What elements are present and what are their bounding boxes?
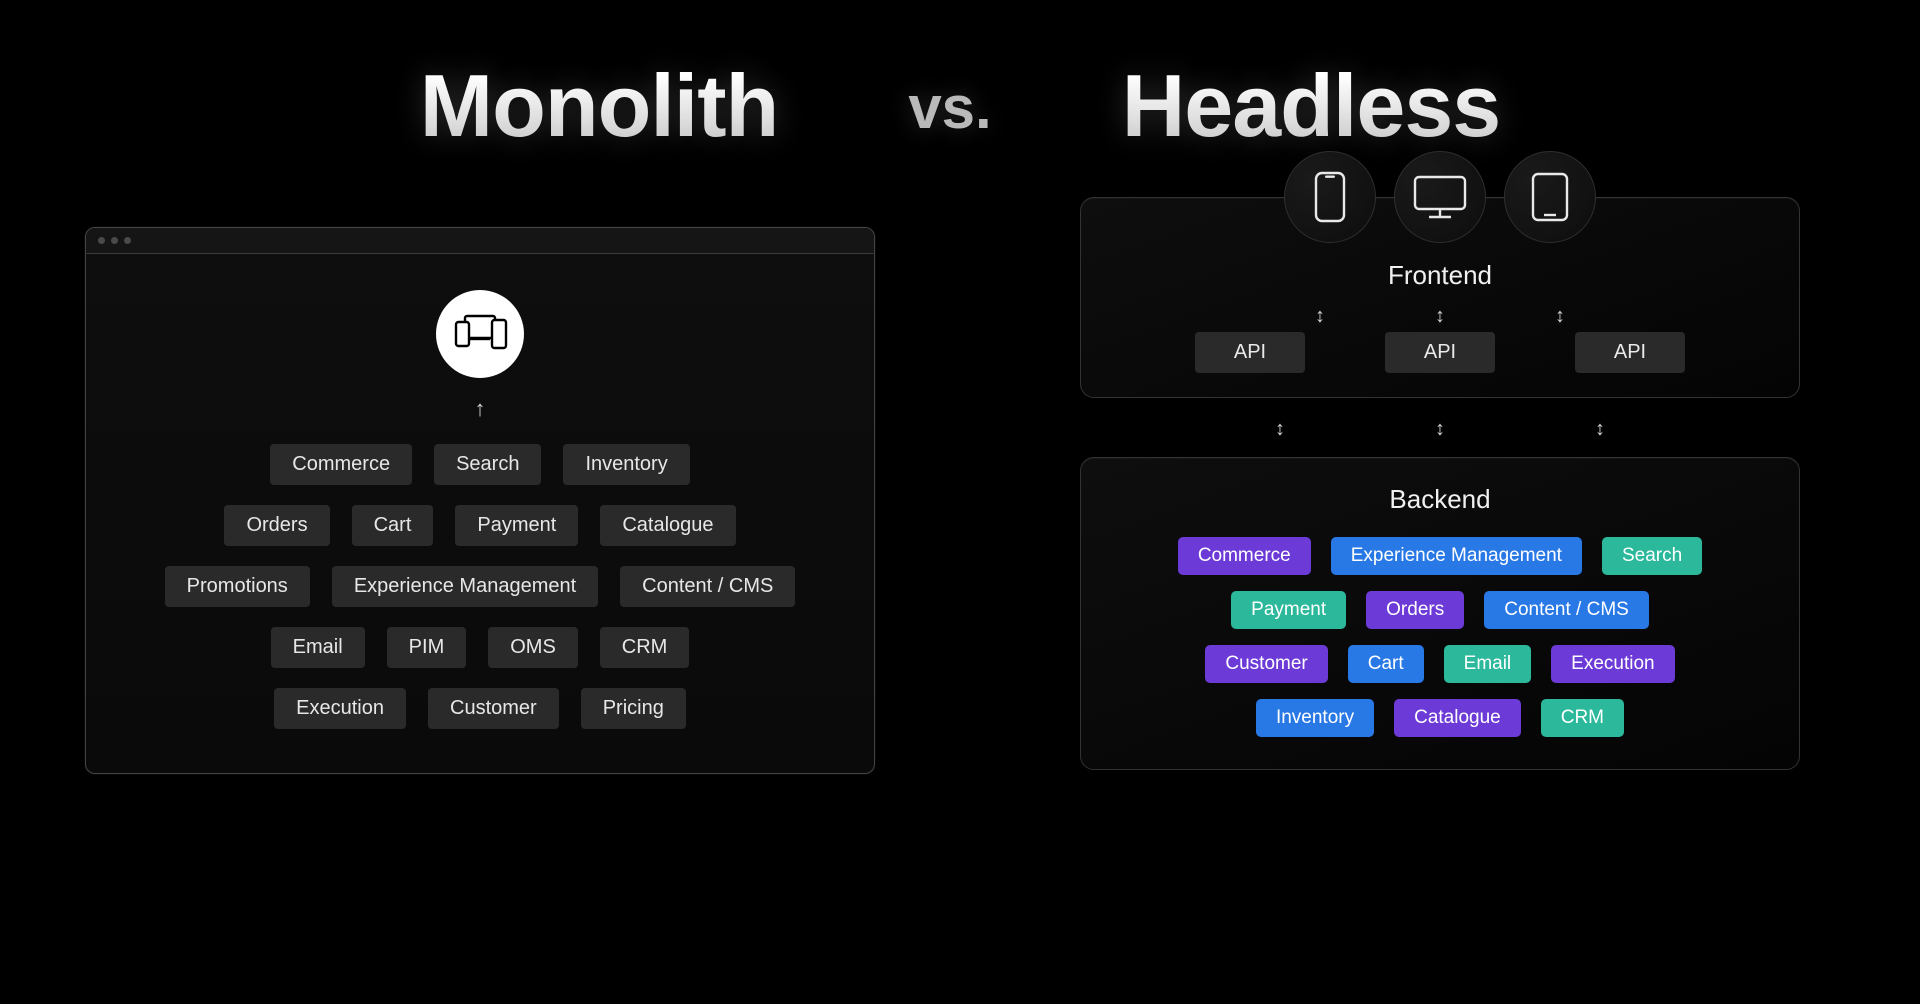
monolith-chip: Email	[271, 627, 365, 668]
backend-panel: Backend Commerce Experience Management Sea…	[1080, 457, 1800, 770]
backend-chip: Orders	[1366, 591, 1464, 629]
double-arrow-icon: ↕	[1435, 305, 1445, 328]
backend-chip: Payment	[1231, 591, 1346, 629]
frontend-label: Frontend	[1388, 260, 1492, 291]
phone-icon	[1284, 151, 1376, 243]
monolith-chip: Cart	[352, 505, 434, 546]
title-monolith: Monolith	[420, 55, 779, 157]
monolith-chip: Inventory	[563, 444, 689, 485]
window-dot	[111, 237, 118, 244]
backend-chip: Email	[1444, 645, 1532, 683]
backend-label: Backend	[1389, 484, 1490, 515]
backend-chip: CRM	[1541, 699, 1624, 737]
backend-chip: Search	[1602, 537, 1702, 575]
monolith-chip: PIM	[387, 627, 467, 668]
backend-chip: Experience Management	[1331, 537, 1582, 575]
title-vs: vs.	[908, 73, 991, 142]
api-chip: API	[1385, 332, 1495, 373]
monolith-window: ↑ Commerce Search Inventory Orders Cart Payme…	[85, 227, 875, 774]
backend-chip: Execution	[1551, 645, 1674, 683]
monolith-chip: Experience Management	[332, 566, 598, 607]
desktop-icon	[1394, 151, 1486, 243]
double-arrow-icon: ↕	[1555, 305, 1565, 328]
window-dot	[98, 237, 105, 244]
window-dot	[124, 237, 131, 244]
monolith-chip: Customer	[428, 688, 559, 729]
title-headless: Headless	[1122, 55, 1500, 157]
devices-icon	[436, 290, 524, 378]
api-chip: API	[1195, 332, 1305, 373]
double-arrow-icon: ↕	[1595, 418, 1605, 441]
api-chip: API	[1575, 332, 1685, 373]
backend-chip: Commerce	[1178, 537, 1311, 575]
monolith-chip: Pricing	[581, 688, 686, 729]
monolith-chip: Search	[434, 444, 541, 485]
double-arrow-icon: ↕	[1435, 418, 1445, 441]
monolith-chip: Catalogue	[600, 505, 735, 546]
monolith-chip: Payment	[455, 505, 578, 546]
window-titlebar	[86, 228, 874, 254]
backend-chip: Cart	[1348, 645, 1424, 683]
double-arrow-icon: ↕	[1275, 418, 1285, 441]
monolith-chip: Orders	[224, 505, 329, 546]
monolith-chip: OMS	[488, 627, 578, 668]
backend-chip: Content / CMS	[1484, 591, 1649, 629]
tablet-icon	[1504, 151, 1596, 243]
backend-chip: Catalogue	[1394, 699, 1521, 737]
monolith-chip: Commerce	[270, 444, 412, 485]
monolith-chip: Promotions	[165, 566, 310, 607]
monolith-chip: CRM	[600, 627, 690, 668]
backend-chip: Customer	[1205, 645, 1327, 683]
double-arrow-icon: ↕	[1315, 305, 1325, 328]
arrow-up-icon: ↑	[475, 396, 486, 422]
monolith-chip: Content / CMS	[620, 566, 795, 607]
backend-chip: Inventory	[1256, 699, 1374, 737]
monolith-chip-rows: Commerce Search Inventory Orders Cart Payment…	[165, 444, 796, 729]
monolith-chip: Execution	[274, 688, 406, 729]
